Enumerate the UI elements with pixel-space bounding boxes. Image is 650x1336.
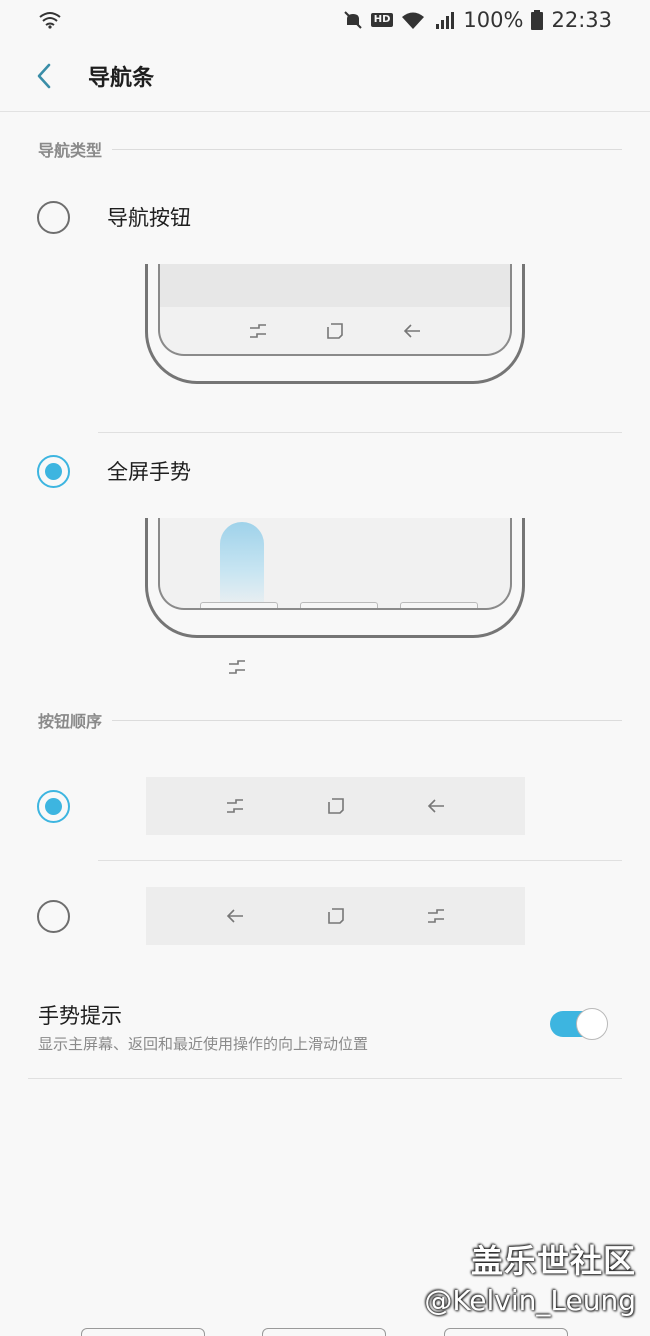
divider — [28, 1078, 622, 1079]
home-icon — [325, 905, 347, 927]
page-title: 导航条 — [88, 65, 155, 91]
order-preview-2[interactable] — [146, 887, 525, 945]
recents-icon — [226, 656, 248, 678]
swipe-up-hint — [220, 522, 264, 608]
home-icon — [324, 320, 346, 342]
mute-icon — [343, 10, 363, 30]
watermark-site: 盖乐世社区 — [470, 1242, 636, 1280]
battery-icon — [531, 10, 544, 30]
section-header-button-order: 按钮顺序 — [38, 708, 622, 732]
hd-voice-icon: HD — [370, 13, 394, 27]
option-fullscreen-gestures[interactable]: 全屏手势 — [0, 454, 650, 488]
radio-nav-buttons[interactable] — [37, 200, 70, 234]
order-preview-1[interactable] — [146, 777, 525, 835]
gesture-zone — [300, 602, 378, 608]
gesture-hint-title: 手势提示 — [38, 1004, 122, 1028]
wifi-hotspot-icon — [38, 11, 62, 29]
wifi-icon — [401, 11, 425, 29]
recents-icon — [247, 320, 269, 342]
divider — [98, 860, 622, 861]
cellular-signal-icon — [433, 10, 455, 30]
preview-content-area — [160, 264, 510, 307]
section-header-nav-type: 导航类型 — [38, 137, 622, 161]
gesture-hint-setting[interactable]: 手势提示 显示主屏幕、返回和最近使用操作的向上滑动位置 — [38, 1000, 622, 1060]
recents-icon — [425, 905, 447, 927]
status-bar: HD 100% 22:33 — [0, 0, 650, 40]
radio-order-2[interactable] — [37, 899, 70, 933]
watermark-author: @Kelvin_Leung — [424, 1284, 636, 1317]
preview-screen — [158, 518, 512, 610]
divider — [112, 148, 622, 150]
back-icon — [425, 795, 447, 817]
preview-screen — [158, 264, 512, 356]
gesture-hint-description: 显示主屏幕、返回和最近使用操作的向上滑动位置 — [38, 1035, 369, 1053]
gesture-hint-toggle[interactable] — [550, 1007, 608, 1041]
radio-fullscreen-gestures[interactable] — [37, 454, 70, 488]
section-title: 按钮顺序 — [38, 712, 103, 731]
gesture-zones — [160, 600, 510, 608]
back-icon — [224, 905, 246, 927]
battery-percent: 100% — [463, 8, 524, 32]
clock: 22:33 — [551, 8, 612, 32]
recents-icon — [224, 795, 246, 817]
fullscreen-gestures-preview[interactable] — [145, 518, 525, 638]
divider — [112, 719, 622, 721]
back-arrow-icon — [37, 63, 51, 88]
nav-buttons-preview[interactable] — [145, 264, 525, 384]
option-nav-buttons[interactable]: 导航按钮 — [0, 200, 650, 234]
bottom-button-stub[interactable] — [81, 1328, 205, 1336]
gesture-zone — [400, 602, 478, 608]
toggle-thumb — [576, 1008, 608, 1040]
home-icon — [325, 795, 347, 817]
back-button[interactable] — [0, 40, 88, 112]
preview-navbar — [160, 307, 510, 354]
radio-order-1[interactable] — [37, 789, 70, 823]
option-label: 导航按钮 — [107, 206, 191, 230]
section-title: 导航类型 — [38, 141, 103, 160]
back-icon — [401, 320, 423, 342]
bottom-button-stub[interactable] — [444, 1328, 568, 1336]
toolbar: 导航条 — [0, 40, 650, 112]
option-label: 全屏手势 — [107, 460, 191, 484]
gesture-zone — [200, 602, 278, 608]
divider — [98, 432, 622, 433]
bottom-button-stub[interactable] — [262, 1328, 386, 1336]
